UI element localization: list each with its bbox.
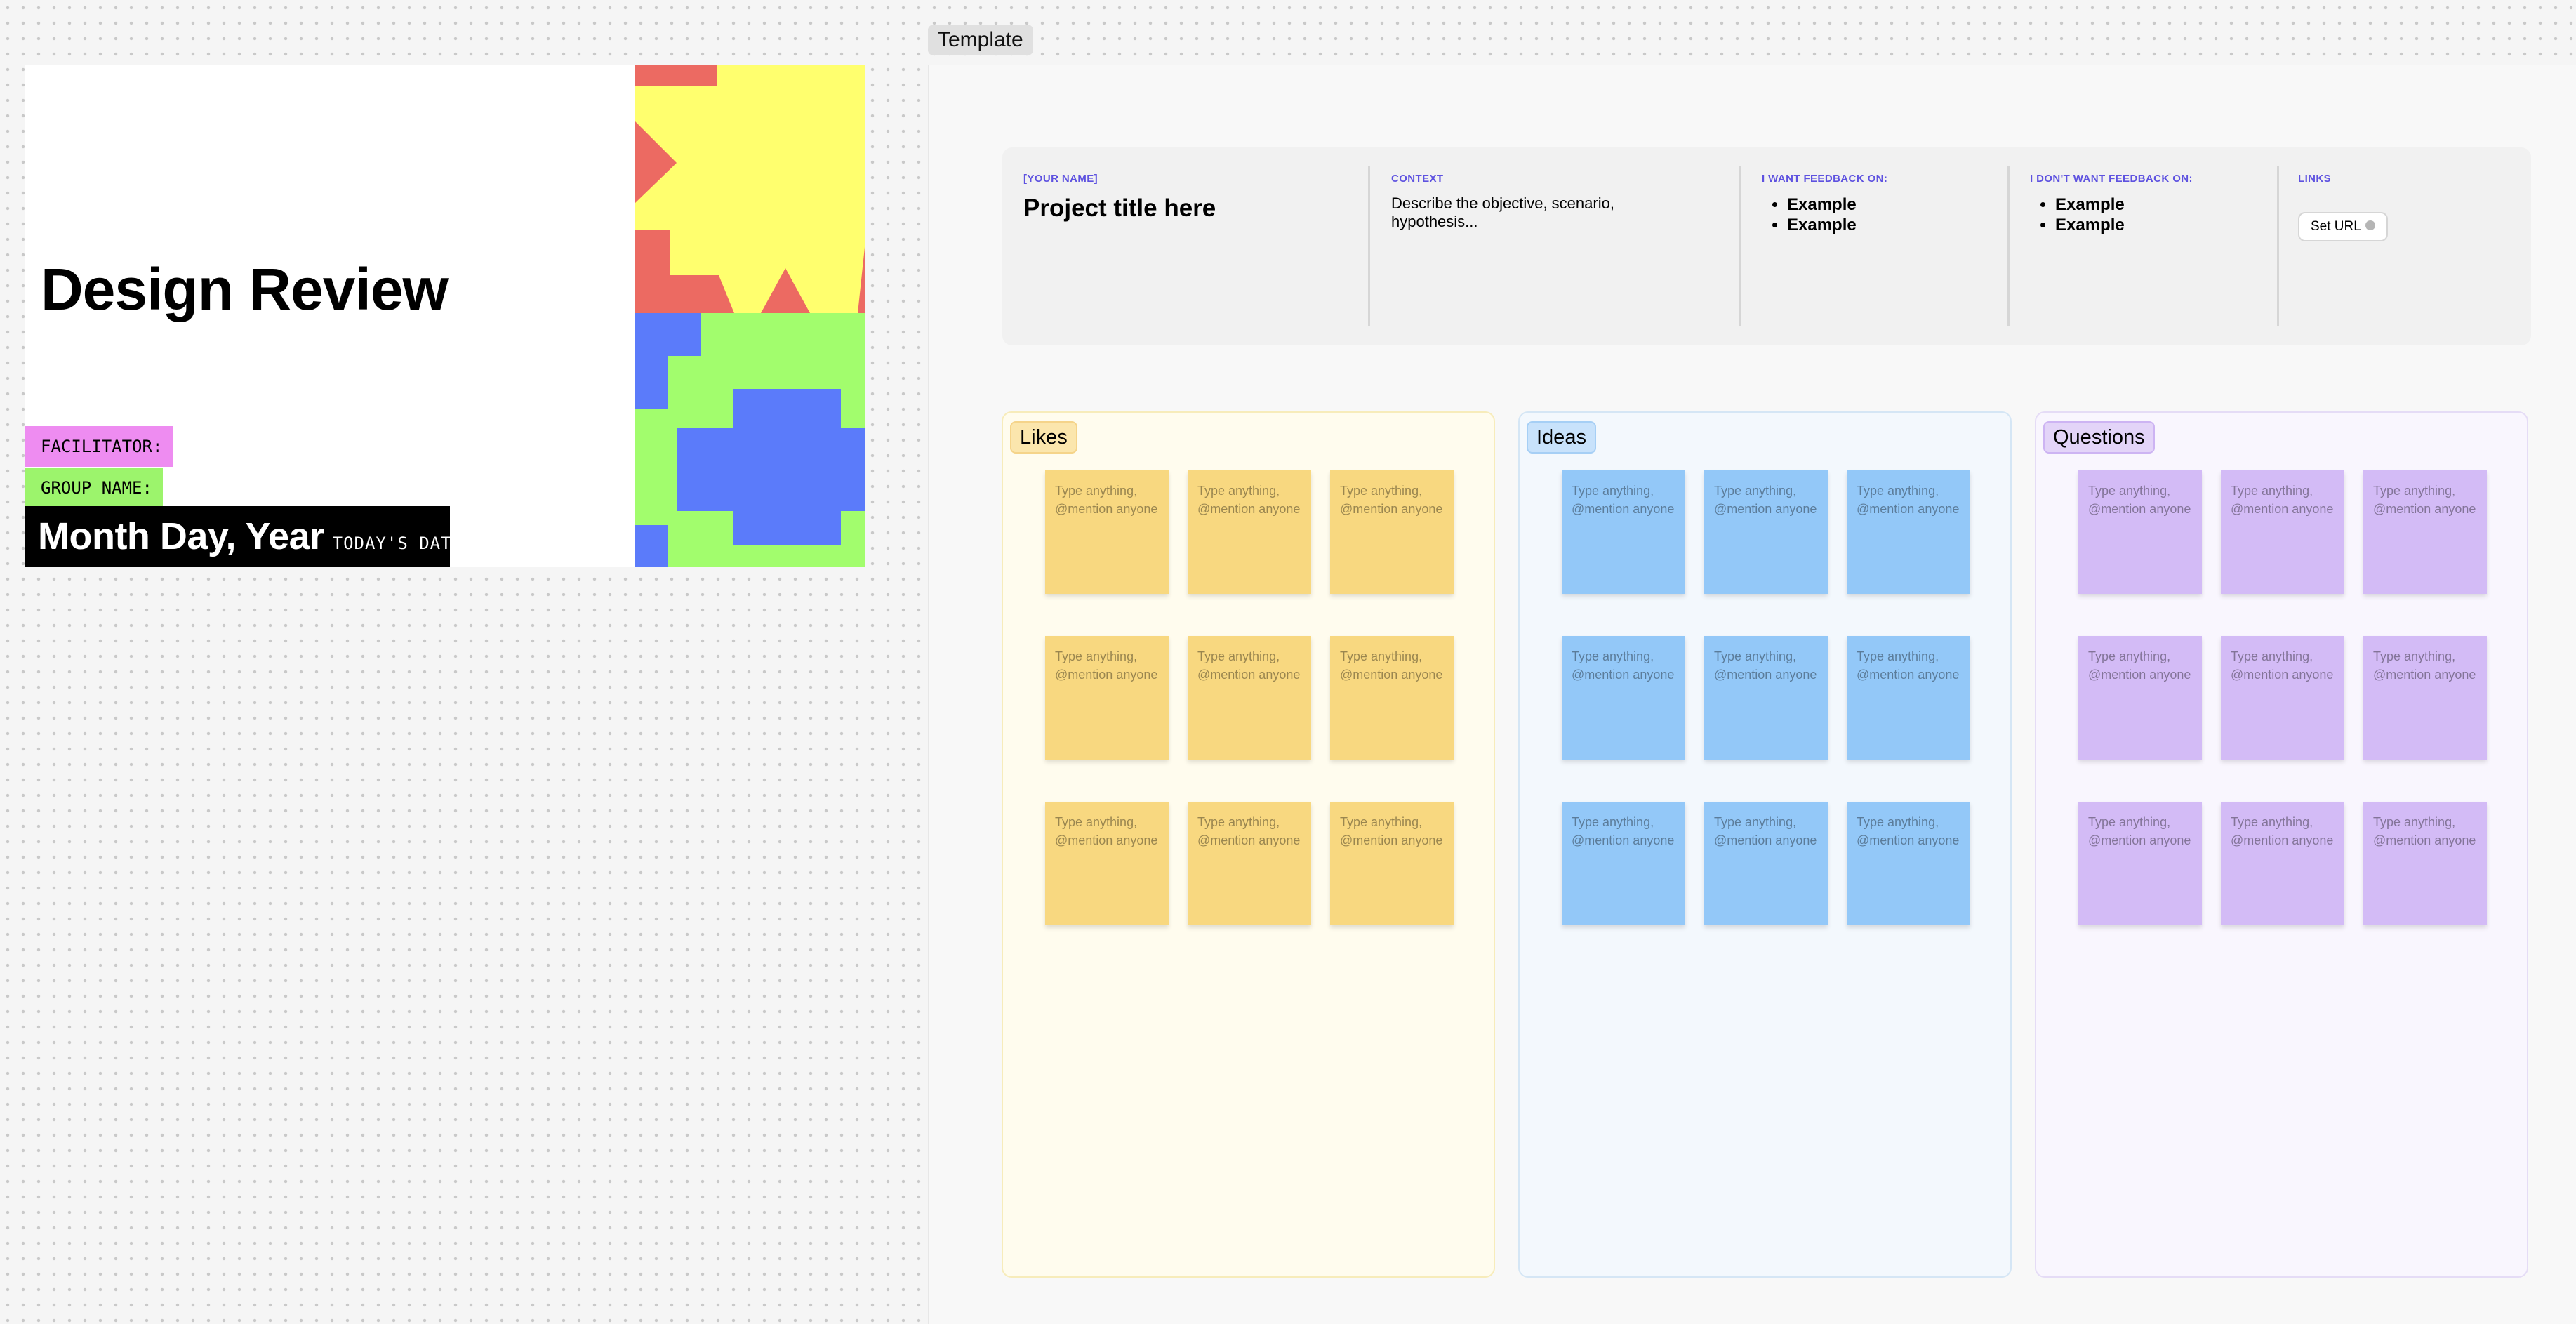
sticky-note[interactable]: Type anything, @mention anyone <box>2363 470 2487 594</box>
sticky-note[interactable]: Type anything, @mention anyone <box>1704 636 1828 760</box>
sticky-note[interactable]: Type anything, @mention anyone <box>1188 636 1311 760</box>
column-questions[interactable]: Questions Type anything, @mention anyone… <box>2035 411 2528 1278</box>
sticky-note[interactable]: Type anything, @mention anyone <box>2078 636 2202 760</box>
link-icon <box>2365 220 2375 231</box>
divider <box>1739 166 1741 326</box>
sticky-note[interactable]: Type anything, @mention anyone <box>1562 636 1685 760</box>
list-item[interactable]: Example <box>2055 215 2269 235</box>
sticky-note[interactable]: Type anything, @mention anyone <box>1562 470 1685 594</box>
header-name-col: [YOUR NAME] Project title here <box>1023 166 1360 326</box>
header-context-col: CONTEXT Describe the objective, scenario… <box>1391 166 1728 326</box>
sticky-grid: Type anything, @mention anyone Type anyt… <box>1045 470 1454 925</box>
sticky-note[interactable]: Type anything, @mention anyone <box>1045 802 1169 925</box>
dont-want-feedback-list[interactable]: Example Example <box>2030 194 2269 235</box>
links-label: LINKS <box>2298 173 2331 185</box>
name-label[interactable]: [YOUR NAME] <box>1023 173 1360 185</box>
sticky-note[interactable]: Type anything, @mention anyone <box>1188 470 1311 594</box>
header-dont-col: I DON'T WANT FEEDBACK ON: Example Exampl… <box>2030 166 2269 326</box>
divider <box>1368 166 1370 326</box>
facilitator-tag[interactable]: FACILITATOR: <box>25 426 173 467</box>
divider <box>2277 166 2279 326</box>
sticky-note[interactable]: Type anything, @mention anyone <box>1704 470 1828 594</box>
divider <box>2007 166 2010 326</box>
column-likes[interactable]: Likes Type anything, @mention anyone Typ… <box>1002 411 1495 1278</box>
sticky-note[interactable]: Type anything, @mention anyone <box>2078 470 2202 594</box>
sticky-grid: Type anything, @mention anyone Type anyt… <box>1562 470 1970 925</box>
cover-title[interactable]: Design Review <box>41 256 449 324</box>
context-label: CONTEXT <box>1391 173 1444 185</box>
column-ideas[interactable]: Ideas Type anything, @mention anyone Typ… <box>1518 411 2012 1278</box>
date-block[interactable]: Month Day, Year TODAY'S DATE <box>25 506 462 567</box>
header-panel: [YOUR NAME] Project title here CONTEXT D… <box>1002 147 2531 345</box>
column-title[interactable]: Ideas <box>1527 421 1596 454</box>
date-caption: TODAY'S DATE <box>332 534 463 553</box>
column-title[interactable]: Likes <box>1010 421 1077 454</box>
sticky-grid: Type anything, @mention anyone Type anyt… <box>2078 470 2487 925</box>
sticky-note[interactable]: Type anything, @mention anyone <box>1562 802 1685 925</box>
date-text: Month Day, Year <box>38 515 324 557</box>
sticky-note[interactable]: Type anything, @mention anyone <box>2221 802 2344 925</box>
list-item[interactable]: Example <box>1787 194 2000 215</box>
sticky-note[interactable]: Type anything, @mention anyone <box>1847 636 1970 760</box>
sticky-note[interactable]: Type anything, @mention anyone <box>1330 470 1454 594</box>
sticky-note[interactable]: Type anything, @mention anyone <box>1045 636 1169 760</box>
sticky-note[interactable]: Type anything, @mention anyone <box>2078 802 2202 925</box>
set-url-label: Set URL <box>2311 219 2361 234</box>
want-feedback-list[interactable]: Example Example <box>1762 194 2000 235</box>
frame-label[interactable]: Template <box>928 25 1033 55</box>
sticky-note[interactable]: Type anything, @mention anyone <box>2221 636 2344 760</box>
sticky-note[interactable]: Type anything, @mention anyone <box>1330 636 1454 760</box>
sticky-note[interactable]: Type anything, @mention anyone <box>1704 802 1828 925</box>
project-title[interactable]: Project title here <box>1023 194 1360 223</box>
sticky-note[interactable]: Type anything, @mention anyone <box>1188 802 1311 925</box>
sticky-note[interactable]: Type anything, @mention anyone <box>1847 802 1970 925</box>
sticky-note[interactable]: Type anything, @mention anyone <box>2363 636 2487 760</box>
header-links-col: LINKS Set URL <box>2298 166 2509 326</box>
group-name-tag[interactable]: GROUP NAME: <box>25 468 163 508</box>
header-want-col: I WANT FEEDBACK ON: Example Example <box>1762 166 2000 326</box>
cover-card[interactable]: Design Review FACILITATOR: GROUP NAME: M… <box>25 65 865 567</box>
decorative-artwork <box>635 65 865 567</box>
sticky-note[interactable]: Type anything, @mention anyone <box>2221 470 2344 594</box>
set-url-button[interactable]: Set URL <box>2298 212 2388 241</box>
sticky-note[interactable]: Type anything, @mention anyone <box>2363 802 2487 925</box>
list-item[interactable]: Example <box>2055 194 2269 215</box>
art-blue-bottom <box>635 525 668 567</box>
want-feedback-label: I WANT FEEDBACK ON: <box>1762 173 1888 185</box>
sticky-note[interactable]: Type anything, @mention anyone <box>1045 470 1169 594</box>
sticky-note[interactable]: Type anything, @mention anyone <box>1330 802 1454 925</box>
list-item[interactable]: Example <box>1787 215 2000 235</box>
dont-want-feedback-label: I DON'T WANT FEEDBACK ON: <box>2030 173 2193 185</box>
column-title[interactable]: Questions <box>2043 421 2155 454</box>
sticky-note[interactable]: Type anything, @mention anyone <box>1847 470 1970 594</box>
context-text[interactable]: Describe the objective, scenario, hypoth… <box>1391 194 1700 231</box>
